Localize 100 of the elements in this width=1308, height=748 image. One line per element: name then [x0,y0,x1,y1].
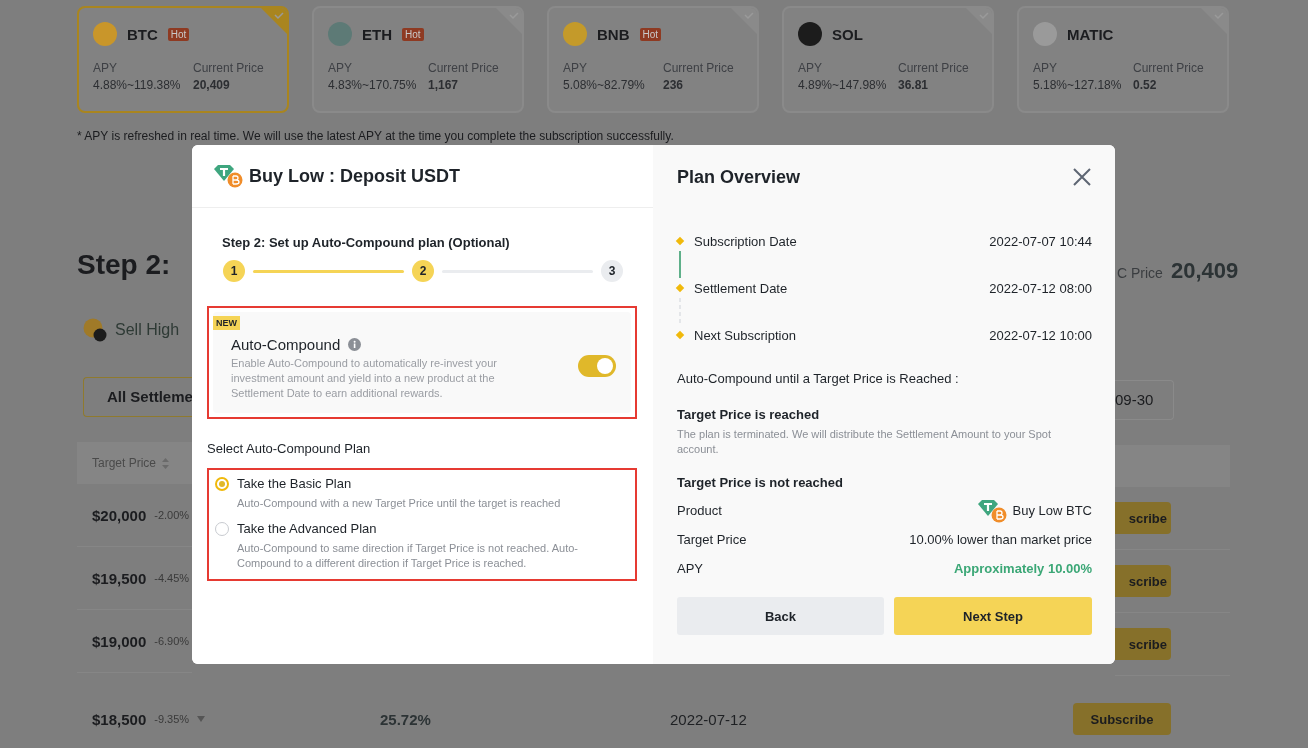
coin-card[interactable]: SOL APY 4.89%~147.98% Current Price 36.81 [782,6,994,113]
hot-badge: Hot [639,27,662,41]
price-change: -6.90% [154,635,190,647]
price-value: 0.52 [1133,78,1158,92]
apy-value: 4.83%~170.75% [328,78,418,92]
sort-icon[interactable] [162,457,170,469]
price-value: 20,409 [193,78,231,92]
target-price: $19,000 [92,632,147,650]
price-change: -9.35% [154,713,190,725]
price-change: -4.45% [154,572,190,584]
target-price: $18,500 [92,710,147,728]
hot-badge: Hot [402,27,424,41]
subscribe-button[interactable]: scribe [1115,502,1171,534]
coin-card[interactable]: ETH Hot APY 4.83%~170.75% Current Price 1,167 [312,6,524,113]
new-badge: NEW [213,316,240,330]
corner-check-icon [731,8,757,34]
corner-check-icon [1201,8,1227,34]
section-heading: Target Price is not reached [677,475,844,490]
info-icon[interactable] [348,338,362,351]
price-label: C Price [1117,265,1163,281]
apy-value: 4.89%~147.98% [798,78,888,92]
detail-value: 10.00% lower than market price [909,532,1092,547]
hot-badge: Hot [167,27,190,41]
column-header[interactable]: Target Price [92,456,157,470]
auto-compound-description: Enable Auto-Compound to automatically re-invest your investment amount and yield into a new product at the Settlement Date to earn additional rewards. [231,356,498,401]
date-filter[interactable]: 09-30 [1115,380,1174,420]
sell-high-tab[interactable]: Sell High [115,321,180,339]
step-heading: Step 2: [77,249,172,282]
back-button[interactable]: Back [677,597,884,635]
caret-icon [197,716,206,722]
coin-pair-icon [83,318,107,342]
dialog-title: Buy Low : Deposit USDT [249,165,460,187]
corner-check-icon [496,8,522,34]
coin-symbol: BNB [597,25,630,43]
price-value: 1,167 [428,78,460,92]
detail-label: APY [677,561,703,576]
corner-check-icon [966,8,992,34]
token-pair-icon [213,164,243,188]
timeline-date: 2022-07-12 08:00 [989,280,1092,296]
apy-note: * APY is refreshed in real time. We will use the latest APY at the time you complete the subscription successfully. [77,129,675,143]
settlement-date: 2022-07-12 [670,710,748,728]
apy-label: APY [563,61,588,75]
price-label: Current Price [1133,61,1204,75]
timeline-date: 2022-07-07 10:44 [989,233,1092,249]
detail-label: Target Price [677,532,747,547]
detail-value: Buy Low BTC [1012,503,1092,518]
subscribe-button[interactable]: scribe [1115,565,1171,597]
subscribe-button[interactable]: Subscribe [1073,703,1171,735]
price-label: Current Price [193,61,264,75]
price-label: Current Price [898,61,969,75]
apy-value: 4.88%~119.38% [93,78,182,92]
apy-label: APY [1033,61,1058,75]
close-button[interactable] [1072,167,1092,187]
apy-value: Approximately 10.00% [954,561,1092,576]
coin-symbol: SOL [832,25,863,43]
target-price: $20,000 [92,506,147,524]
step-indicator: 2 [412,260,434,282]
timeline-date: 2022-07-12 10:00 [989,327,1092,343]
coin-symbol: BTC [127,25,158,43]
subscribe-button[interactable]: scribe [1115,628,1171,660]
price-label: Current Price [663,61,734,75]
price-value: 236 [663,78,685,92]
apy-label: APY [798,61,823,75]
timeline-label: Next Subscription [694,327,796,343]
plan-title: Take the Advanced Plan [237,521,378,536]
coin-symbol: MATIC [1067,25,1114,43]
rule-text: Auto-Compound until a Target Price is Reached : [677,371,960,386]
price-value: 36.81 [898,78,930,92]
plan-radio[interactable] [215,522,229,536]
auto-compound-title: Auto-Compound [231,336,341,353]
timeline-label: Subscription Date [694,233,797,249]
auto-compound-toggle[interactable] [578,354,616,377]
plan-title: Take the Basic Plan [237,476,353,491]
token-pair-icon [976,498,1007,523]
step-indicator: 3 [601,260,623,282]
price-value: 20,409 [1170,258,1239,284]
step-indicator: 1 [223,260,245,282]
section-heading: Target Price is reached [677,407,821,422]
coin-card[interactable]: MATIC APY 5.18%~127.18% Current Price 0.52 [1017,6,1229,113]
target-price: $19,500 [92,569,147,587]
apy-value: 5.08%~82.79% [563,78,646,92]
apy-value: 25.72% [380,710,432,728]
plan-radio[interactable] [215,477,229,491]
apy-label: APY [328,61,353,75]
price-change: -2.00% [154,509,190,521]
coin-card[interactable]: BNB Hot APY 5.08%~82.79% Current Price 236 [547,6,759,113]
timeline-label: Settlement Date [694,280,788,296]
apy-value: 5.18%~127.18% [1033,78,1123,92]
plan-heading: Select Auto-Compound Plan [207,441,372,456]
next-step-button[interactable]: Next Step [894,597,1092,635]
coin-card[interactable]: BTC Hot APY 4.88%~119.38% Current Price 20,409 [77,6,289,113]
corner-check-icon [261,8,287,34]
detail-label: Product [677,503,722,518]
coin-symbol: ETH [362,25,392,43]
overview-title: Plan Overview [677,166,801,188]
step-title: Step 2: Set up Auto-Compound plan (Optional) [222,235,511,250]
plan-description: Auto-Compound to same direction if Target Price is not reached. Auto-Compound to a different direction if Target Price is reached. [237,541,579,571]
price-label: Current Price [428,61,499,75]
apy-label: APY [93,61,118,75]
section-text: The plan is terminated. We will distribute the Settlement Amount to your Spot account. [677,427,1052,457]
